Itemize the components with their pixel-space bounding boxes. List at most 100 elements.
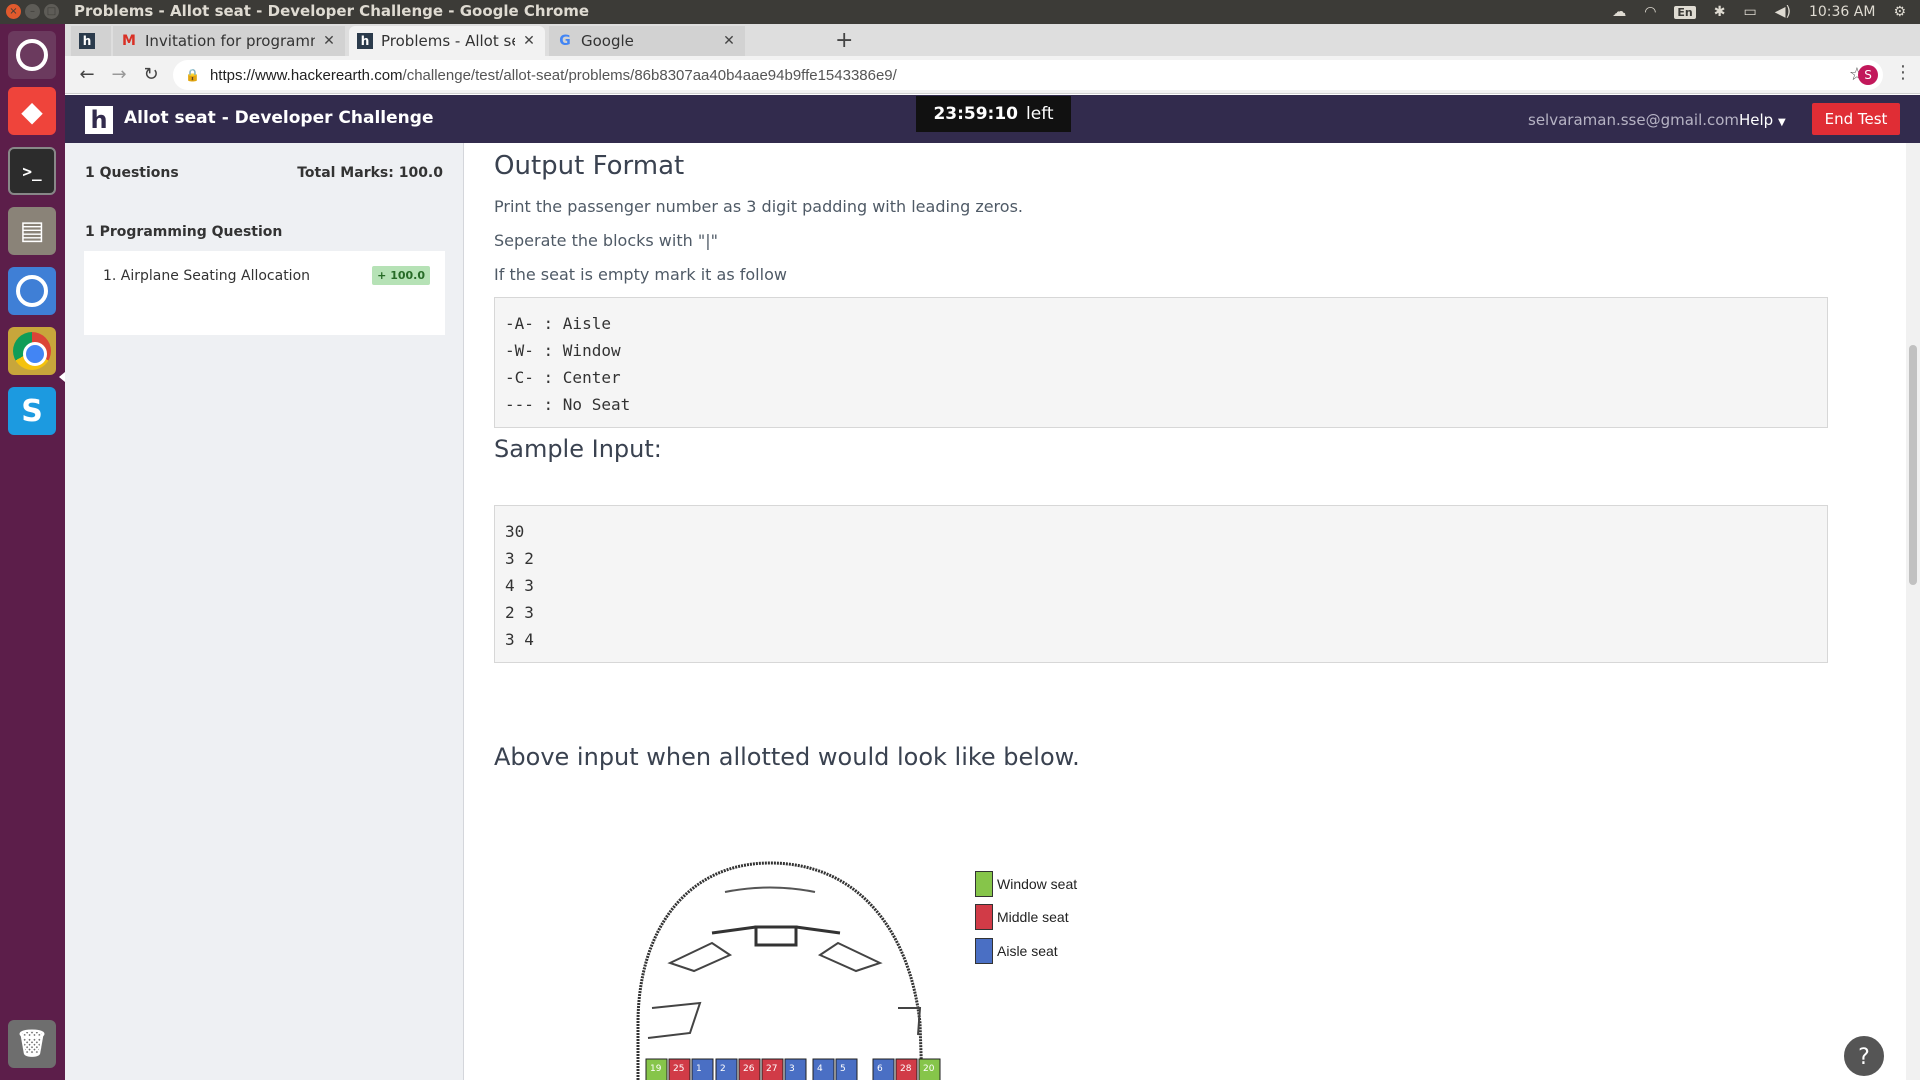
legend-swatch <box>975 938 993 964</box>
end-test-button[interactable]: End Test <box>1812 103 1900 135</box>
forward-arrow-icon[interactable]: → <box>107 63 131 87</box>
total-marks: Total Marks: 100.0 <box>297 165 443 181</box>
question-title: 1. Airplane Seating Allocation <box>103 268 311 284</box>
seat-number: 2 <box>720 1064 726 1074</box>
site-header: h Allot seat - Developer Challenge 23:59… <box>65 95 1920 143</box>
tab-google[interactable]: G Google ✕ <box>549 26 745 56</box>
anydesk-icon[interactable]: ◆ <box>8 87 56 135</box>
tab-close-icon[interactable]: ✕ <box>721 33 737 49</box>
chrome-icon[interactable] <box>8 327 56 375</box>
window-minimize-button[interactable]: – <box>25 4 40 19</box>
ubuntu-dash-icon[interactable] <box>8 31 56 79</box>
wifi-icon[interactable]: ◠ <box>1644 4 1656 20</box>
timer-suffix: left <box>1026 104 1054 124</box>
seat-number: 25 <box>673 1064 684 1074</box>
browser-toolbar: ← → ↻ 🔒 https://www.hackerearth.com/chal… <box>65 56 1920 94</box>
url-path: /challenge/test/allot-seat/problems/86b8… <box>402 66 897 84</box>
hackerearth-icon: h <box>79 33 95 49</box>
address-bar[interactable]: 🔒 https://www.hackerearth.com/challenge/… <box>173 60 1883 90</box>
code-line: -A- : Aisle <box>505 314 611 333</box>
window-controls: × – □ <box>6 4 59 19</box>
page-scrollbar[interactable] <box>1906 143 1920 1080</box>
legend-swatch <box>975 871 993 897</box>
tab-close-icon[interactable]: ✕ <box>321 33 337 49</box>
section-title: 1 Programming Question <box>85 224 283 240</box>
bluetooth-icon[interactable]: ✱ <box>1714 4 1726 20</box>
tab-strip: h M Invitation for programmi ✕ h Problem… <box>65 24 1920 56</box>
hackerearth-icon: h <box>357 33 373 49</box>
sample-input-heading: Sample Input: <box>494 435 662 463</box>
tab-pinned-hackerearth[interactable]: h <box>71 26 111 56</box>
skype-tray-icon[interactable]: ☁ <box>1612 4 1626 20</box>
browser-window: h M Invitation for programmi ✕ h Problem… <box>65 24 1920 1080</box>
launcher: ◆ >_ ▤ S 🗑 <box>0 24 65 1080</box>
caret-down-icon: ▼ <box>1777 117 1786 128</box>
questions-sidebar: 1 Questions Total Marks: 100.0 1 Program… <box>65 143 464 1080</box>
allotment-heading: Above input when allotted would look lik… <box>494 743 1080 771</box>
hackerearth-logo[interactable]: h <box>85 106 113 134</box>
legend-swatch <box>975 904 993 930</box>
countdown-timer: 23:59:10 left <box>916 96 1071 132</box>
tab-problems[interactable]: h Problems - Allot seat - De ✕ <box>349 26 545 56</box>
browser-menu-icon[interactable]: ⋮ <box>1894 62 1912 83</box>
tab-gmail[interactable]: M Invitation for programmi ✕ <box>113 26 345 56</box>
seat-number: 27 <box>766 1064 777 1074</box>
terminal-icon[interactable]: >_ <box>8 147 56 195</box>
seat-number: 1 <box>696 1064 702 1074</box>
scrollbar-thumb[interactable] <box>1909 345 1917 585</box>
challenge-title: Allot seat - Developer Challenge <box>124 108 434 128</box>
volume-icon[interactable]: ◀) <box>1775 4 1791 20</box>
seat-number: 6 <box>877 1064 883 1074</box>
seat-number: 4 <box>817 1064 823 1074</box>
skype-icon[interactable]: S <box>8 387 56 435</box>
legend-label: Window seat <box>997 876 1078 892</box>
sample-input-code-block: 30 3 2 4 3 2 3 3 4 <box>494 505 1828 663</box>
paragraph-separator: Seperate the blocks with "|" <box>494 231 718 250</box>
profile-avatar[interactable]: S <box>1858 65 1878 85</box>
legend-middle-seat: Middle seat <box>975 904 1069 930</box>
code-line: 2 3 <box>505 603 534 622</box>
tab-label: Problems - Allot seat - De <box>381 32 515 50</box>
system-gear-icon[interactable]: ⚙ <box>1893 4 1906 20</box>
code-line: -W- : Window <box>505 341 621 360</box>
tab-close-icon[interactable]: ✕ <box>521 33 537 49</box>
paragraph-empty-seat: If the seat is empty mark it as follow <box>494 265 787 284</box>
help-question-icon[interactable]: ? <box>1842 1034 1886 1078</box>
keyboard-layout-indicator[interactable]: En <box>1674 5 1696 19</box>
problem-content: Output Format Print the passenger number… <box>465 143 1920 1080</box>
seat-number: 26 <box>743 1064 755 1074</box>
trash-icon[interactable]: 🗑 <box>8 1020 56 1068</box>
output-format-heading: Output Format <box>494 151 685 181</box>
back-arrow-icon[interactable]: ← <box>75 63 99 87</box>
reload-icon[interactable]: ↻ <box>139 63 163 87</box>
files-icon[interactable]: ▤ <box>8 207 56 255</box>
chromium-icon[interactable] <box>8 267 56 315</box>
tab-label: Invitation for programmi <box>145 32 315 50</box>
google-icon: G <box>559 33 571 49</box>
timer-value: 23:59:10 <box>933 104 1019 124</box>
help-dropdown[interactable]: Help ▼ <box>1739 111 1786 129</box>
url-text: https://www.hackerearth.com/challenge/te… <box>210 67 897 84</box>
legend-label: Aisle seat <box>997 943 1058 959</box>
system-indicators: ☁ ◠ En ✱ ▭ ◀) 10:36 AM ⚙ <box>1612 0 1920 24</box>
window-maximize-button[interactable]: □ <box>44 4 59 19</box>
os-top-panel: × – □ Problems - Allot seat - Developer … <box>0 0 1920 24</box>
window-title: Problems - Allot seat - Developer Challe… <box>74 2 590 20</box>
window-close-button[interactable]: × <box>6 4 21 19</box>
url-host: https://www.hackerearth.com <box>209 66 403 84</box>
clock[interactable]: 10:36 AM <box>1809 4 1875 20</box>
code-line: -C- : Center <box>505 368 621 387</box>
code-line: --- : No Seat <box>505 395 631 414</box>
paragraph-padding: Print the passenger number as 3 digit pa… <box>494 197 1023 216</box>
marks-badge: + 100.0 <box>372 266 430 285</box>
seat-number: 19 <box>650 1064 662 1074</box>
new-tab-button[interactable]: + <box>835 28 853 53</box>
help-label: Help <box>1739 111 1774 129</box>
question-item[interactable]: 1. Airplane Seating Allocation + 100.0 <box>84 251 445 335</box>
questions-count: 1 Questions <box>85 165 179 181</box>
battery-icon[interactable]: ▭ <box>1744 4 1757 20</box>
lock-icon: 🔒 <box>185 68 200 82</box>
code-line: 3 2 <box>505 549 534 568</box>
code-line: 4 3 <box>505 576 534 595</box>
legend-window-seat: Window seat <box>975 871 1077 897</box>
